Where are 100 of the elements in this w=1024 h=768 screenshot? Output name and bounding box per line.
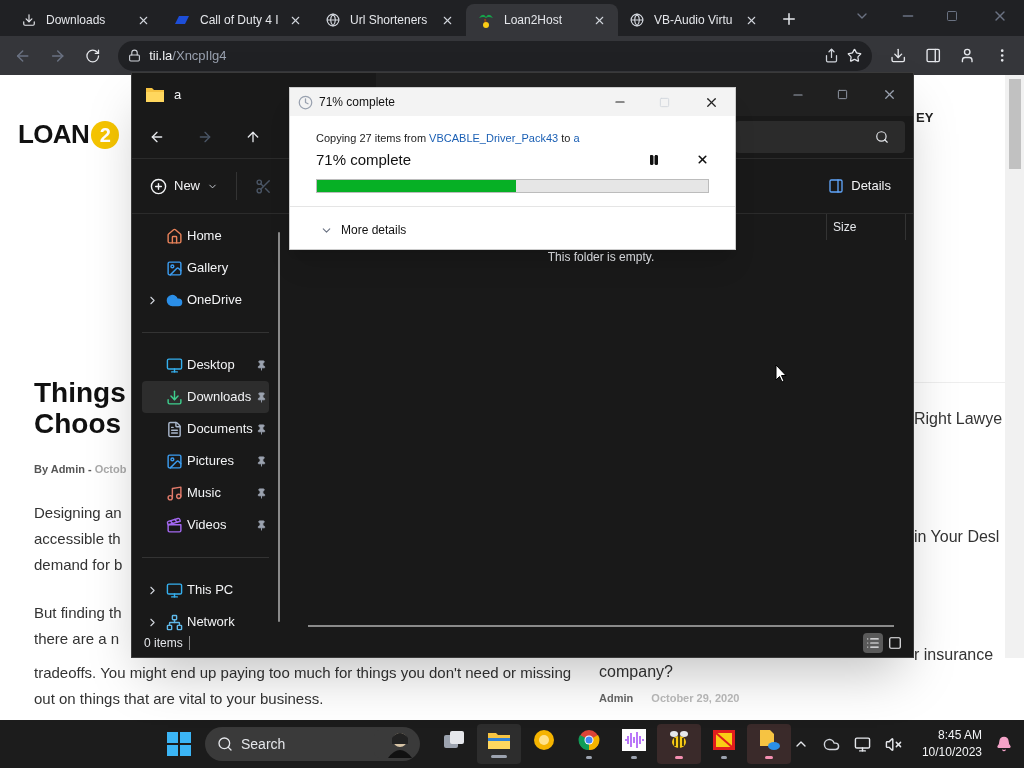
clock[interactable]: 8:45 AM 10/10/2023	[921, 727, 982, 761]
folder-icon	[487, 730, 511, 750]
slides-icon	[712, 729, 736, 751]
tab-title: Downloads	[46, 12, 107, 29]
post-title[interactable]: company?	[599, 660, 740, 684]
nav-link[interactable]: EY	[914, 108, 1005, 128]
nav-item[interactable]: Music	[142, 477, 269, 509]
paragraph-line: Designing an	[34, 502, 123, 523]
new-button[interactable]: New	[150, 176, 218, 196]
tab-title: Url Shorteners	[350, 12, 429, 29]
site-logo[interactable]: LOAN 2	[18, 115, 131, 154]
tab-title: Loan2Host	[504, 12, 564, 29]
folder-icon	[146, 87, 164, 102]
paragraph-line: demand for b	[34, 554, 124, 575]
network-icon[interactable]	[853, 735, 871, 753]
post-title[interactable]: r insurance	[914, 642, 1005, 667]
details-view-icon	[866, 636, 880, 650]
details-button[interactable]: Details	[828, 176, 891, 196]
pin-icon	[256, 519, 267, 531]
profile-icon[interactable]	[959, 47, 976, 64]
globe-icon	[630, 13, 644, 27]
new-tab-icon[interactable]	[780, 10, 798, 28]
taskbar-app[interactable]	[477, 724, 521, 764]
tab-title: VB-Audio Virtu	[654, 12, 734, 29]
back-icon[interactable]	[149, 129, 165, 145]
pictures-icon	[166, 452, 183, 470]
computer-icon	[166, 581, 183, 599]
nav-item[interactable]: This PC	[142, 574, 269, 606]
nav-item[interactable]: Desktop	[142, 349, 269, 381]
bookmark-star-icon[interactable]	[847, 48, 863, 63]
nav-item[interactable]: Home	[142, 220, 269, 252]
horizontal-scrollbar[interactable]	[308, 625, 894, 627]
article-date: Octob	[94, 462, 127, 477]
paragraph-line: out on things that are vital to your business.	[34, 689, 325, 709]
browser-tab[interactable]: Downloads	[10, 4, 162, 36]
cursor-icon	[775, 364, 787, 383]
paragraph-line: tradeoffs. You might end up paying too much for things you don't need or missing	[34, 663, 572, 683]
notification-bell-icon[interactable]	[996, 736, 1012, 752]
taskbar-app[interactable]	[747, 724, 791, 764]
network-icon	[166, 613, 183, 631]
post-title[interactable]: Right Lawye	[914, 406, 1005, 431]
nav-item[interactable]: Documents	[142, 413, 269, 445]
nav-item[interactable]: Pictures	[142, 445, 269, 477]
share-icon[interactable]	[824, 48, 840, 63]
up-icon[interactable]	[245, 129, 261, 145]
empty-folder-message: This folder is empty.	[546, 249, 656, 266]
gallery-icon	[166, 259, 183, 277]
start-icon[interactable]	[167, 732, 191, 756]
window-title: a	[174, 85, 182, 104]
address-bar[interactable]: tii.la/XncpIlg4	[118, 40, 873, 71]
post-title[interactable]: in Your Desl	[914, 524, 1005, 549]
bee-icon	[668, 729, 690, 751]
browser-tab[interactable]: VB-Audio Virtu	[618, 4, 770, 36]
maximize-icon[interactable]	[946, 10, 958, 22]
favicon-icon	[174, 15, 190, 25]
music-icon	[166, 484, 183, 502]
nav-item[interactable]: Network	[142, 606, 269, 638]
progress-heading: 71% complete	[316, 149, 413, 170]
view-toggle[interactable]	[863, 633, 883, 653]
pause-icon[interactable]	[648, 153, 660, 166]
side-panel-icon[interactable]	[924, 47, 942, 64]
post-author: Admin	[599, 691, 634, 706]
browser-tab[interactable]: Loan2Host	[466, 4, 618, 36]
taskbar-app[interactable]	[657, 724, 701, 764]
search-field[interactable]	[735, 121, 905, 153]
logo-text: LOAN	[18, 118, 90, 151]
waveform-icon	[622, 729, 646, 751]
desktop-icon	[166, 356, 183, 374]
maximize-icon	[659, 96, 670, 108]
more-details-button[interactable]: More details	[290, 221, 407, 239]
status-text: 0 items	[144, 635, 183, 652]
reload-icon[interactable]	[84, 47, 101, 64]
pin-icon	[256, 455, 267, 467]
download-icon[interactable]	[890, 47, 907, 64]
download-icon	[22, 13, 36, 27]
details-pane-icon	[828, 178, 845, 194]
source-link[interactable]: VBCABLE_Driver_Pack43	[429, 132, 559, 144]
search-icon	[875, 130, 889, 144]
pane-scrollbar[interactable]	[278, 232, 280, 622]
column-header[interactable]: Size	[826, 214, 906, 240]
nav-item[interactable]: Downloads	[142, 381, 269, 413]
clock-time: 8:45 AM	[937, 727, 982, 744]
search-field[interactable]: Search	[205, 727, 420, 761]
cancel-icon[interactable]	[696, 153, 709, 167]
nav-item[interactable]: OneDrive	[142, 284, 269, 316]
maximize-icon[interactable]	[837, 89, 848, 100]
clock-icon	[298, 94, 313, 110]
destination-link[interactable]: a	[573, 132, 580, 144]
browser-tab[interactable]: Url Shorteners	[314, 4, 466, 36]
close-icon[interactable]	[882, 87, 897, 102]
nav-item[interactable]: Gallery	[142, 252, 269, 284]
task-view-icon	[443, 730, 465, 750]
pin-icon	[256, 391, 267, 403]
nav-item[interactable]: Videos	[142, 509, 269, 541]
volume-muted-icon[interactable]	[884, 735, 902, 753]
browser-tab[interactable]: Call of Duty 4 I	[162, 4, 314, 36]
scrollbar[interactable]	[1005, 75, 1024, 658]
url-host: tii.la	[149, 46, 173, 65]
paragraph-line: But finding th	[34, 602, 123, 623]
article-author: By Admin -	[34, 462, 92, 477]
